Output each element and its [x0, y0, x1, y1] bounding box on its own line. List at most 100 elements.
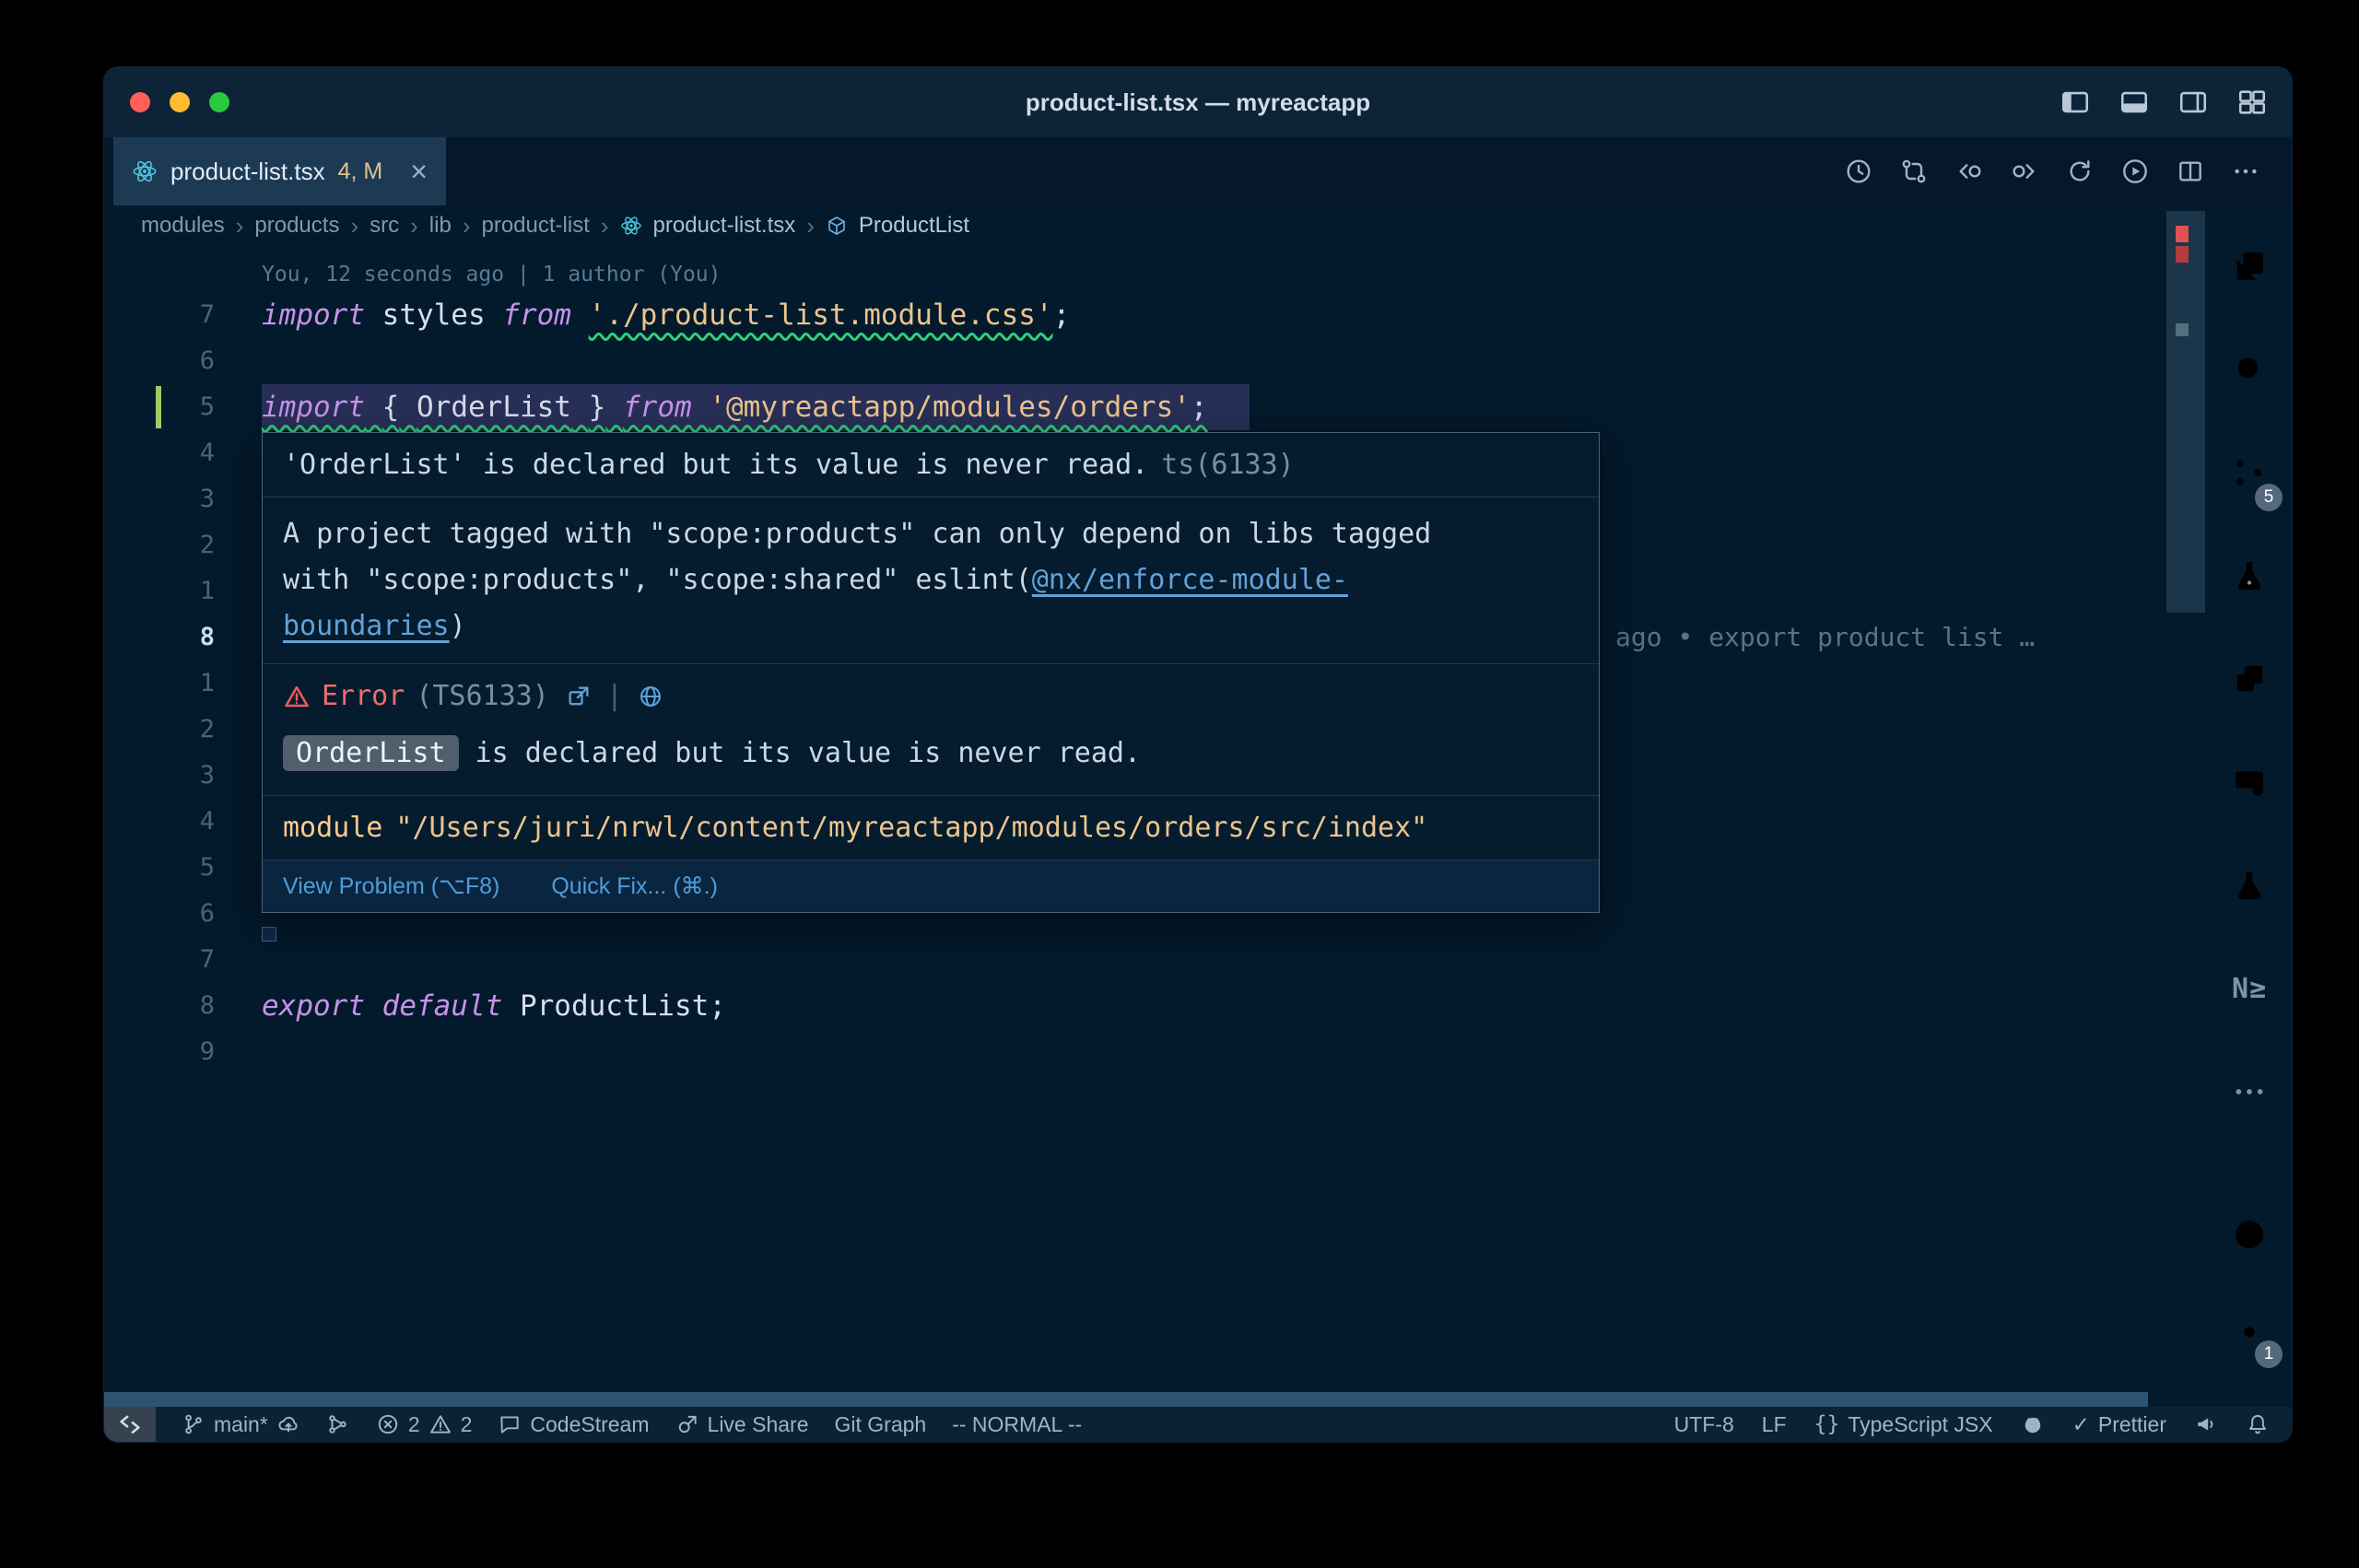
breadcrumb-item-file[interactable]: product-list.tsx [653, 213, 796, 239]
symbol-chip: OrderList [283, 735, 459, 771]
quick-fix-button[interactable]: Quick Fix... (⌘.) [551, 872, 718, 900]
module-path: "/Users/juri/nrwl/content/myreactapp/mod… [395, 812, 1427, 844]
close-window-button[interactable] [130, 92, 150, 112]
horizontal-scrollbar [104, 1392, 2292, 1407]
prettier-label: Prettier [2098, 1412, 2166, 1437]
minimize-window-button[interactable] [170, 92, 190, 112]
editor-group: modules › products › src › lib › product… [104, 205, 2205, 1392]
line-number: 7 [104, 292, 215, 338]
braces-icon: {} [1814, 1412, 1840, 1436]
tab-product-list[interactable]: product-list.tsx 4, M × [113, 137, 446, 205]
vscode-window: product-list.tsx — myreactapp product-li… [103, 66, 2293, 1443]
codestream-label: CodeStream [530, 1412, 649, 1437]
sync-changes-icon[interactable] [2065, 157, 2095, 186]
remote-indicator[interactable] [104, 1407, 156, 1442]
rule-link[interactable]: @nx/enforce-module- [1032, 564, 1348, 596]
hover-error-detail: OrderList is declared but its value is n… [263, 728, 1599, 795]
separator: | [603, 680, 627, 712]
search-icon[interactable] [2205, 318, 2293, 421]
breadcrumb-item-modules[interactable]: modules [141, 213, 225, 239]
branch-name: main* [214, 1412, 268, 1437]
git-graph-label: Git Graph [835, 1412, 927, 1437]
eol-item[interactable]: LF [1762, 1412, 1787, 1437]
error-label: Error [322, 680, 405, 712]
line-number: 2 [104, 707, 215, 753]
rule-link[interactable]: boundaries [283, 610, 450, 642]
warning-triangle-icon [283, 683, 311, 710]
nx-generators-icon[interactable] [2205, 524, 2293, 627]
run-file-icon[interactable] [2120, 157, 2150, 186]
prettier-item[interactable]: ✓ Prettier [2072, 1412, 2166, 1437]
check-icon: ✓ [2072, 1412, 2090, 1437]
breadcrumb: modules › products › src › lib › product… [104, 205, 2205, 246]
breadcrumb-separator: › [236, 212, 244, 240]
breadcrumb-item-products[interactable]: products [254, 213, 339, 239]
timeline-history-icon[interactable] [1844, 157, 1873, 186]
horizontal-scrollbar-thumb[interactable] [104, 1392, 2148, 1407]
eol-label: LF [1762, 1412, 1787, 1437]
live-share-item[interactable]: Live Share [675, 1412, 809, 1437]
previous-change-icon[interactable] [1954, 157, 1984, 186]
customize-layout-icon[interactable] [2236, 87, 2268, 118]
hover-actions: View Problem (⌥F8) Quick Fix... (⌘.) [263, 860, 1599, 912]
breadcrumb-item-src[interactable]: src [370, 213, 399, 239]
remote-explorer-icon[interactable] [2205, 731, 2293, 834]
github-item[interactable] [2021, 1412, 2045, 1436]
git-graph-status-icon-item[interactable] [326, 1412, 350, 1436]
feedback-icon [2194, 1412, 2218, 1436]
bell-icon [2246, 1412, 2270, 1436]
zoom-window-button[interactable] [209, 92, 229, 112]
accounts-icon[interactable] [2205, 1186, 2293, 1283]
toggle-panel-icon[interactable] [2118, 87, 2150, 118]
keyword: default [382, 989, 503, 1023]
code-line-import-styles[interactable]: import styles from './product-list.modul… [262, 292, 1070, 338]
git-graph-item[interactable]: Git Graph [835, 1412, 927, 1437]
breadcrumb-item-lib[interactable]: lib [429, 213, 452, 239]
git-branch-item[interactable]: main* [182, 1412, 300, 1437]
more-actions-icon[interactable] [2231, 157, 2260, 186]
vim-mode-indicator[interactable]: -- NORMAL -- [952, 1412, 1082, 1437]
keyword: from [623, 391, 692, 424]
encoding-label: UTF-8 [1674, 1412, 1734, 1437]
toggle-secondary-sidebar-icon[interactable] [2177, 87, 2209, 118]
testing-icon[interactable] [2205, 834, 2293, 937]
breadcrumb-item-product-list[interactable]: product-list [481, 213, 589, 239]
source-control-icon[interactable]: 5 [2205, 421, 2293, 524]
nx-console-icon[interactable]: N≥ [2205, 937, 2293, 1040]
tab-label: product-list.tsx [170, 158, 325, 186]
extensions-icon[interactable] [2205, 627, 2293, 731]
compare-changes-icon[interactable] [1899, 157, 1929, 186]
explorer-icon[interactable] [2205, 215, 2293, 318]
keyword: import [262, 298, 365, 332]
breadcrumb-separator: › [410, 212, 418, 240]
title-bar: product-list.tsx — myreactapp [104, 67, 2292, 137]
github-icon [2021, 1412, 2045, 1436]
next-change-icon[interactable] [2010, 157, 2039, 186]
codestream-item[interactable]: CodeStream [498, 1412, 649, 1437]
breadcrumb-item-symbol[interactable]: ProductList [859, 213, 969, 239]
feedback-item[interactable] [2194, 1412, 2218, 1436]
vertical-scrollbar-thumb[interactable] [2166, 211, 2205, 613]
view-problem-button[interactable]: View Problem (⌥F8) [283, 872, 499, 900]
identifier: ProductList [520, 989, 709, 1023]
code-line-import-orderlist[interactable]: import { OrderList } from '@myreactapp/m… [262, 384, 1208, 430]
code-line-export-default[interactable]: export default ProductList; [262, 983, 726, 1029]
notifications-item[interactable] [2246, 1412, 2270, 1436]
additional-views-icon[interactable] [2205, 1040, 2293, 1143]
codelens-blame[interactable]: You, 12 seconds ago | 1 author (You) [262, 257, 722, 292]
hover-error-row: Error(TS6133) | [263, 663, 1599, 728]
tab-close-button[interactable]: × [410, 157, 428, 186]
split-editor-icon[interactable] [2176, 157, 2205, 186]
hover-resize-grip[interactable] [262, 927, 276, 942]
settings-gear-icon[interactable]: 1 [2205, 1283, 2293, 1381]
punctuation: { [382, 391, 400, 424]
open-docs-external-icon[interactable] [566, 684, 592, 709]
problems-item[interactable]: 2 2 [376, 1412, 473, 1437]
editor-actions [1844, 137, 2292, 205]
hover-eslint-rule: A project tagged with "scope:products" c… [263, 497, 1599, 663]
language-mode-item[interactable]: {} TypeScript JSX [1814, 1412, 1993, 1437]
globe-icon[interactable] [638, 684, 663, 709]
live-share-label: Live Share [708, 1412, 809, 1437]
encoding-item[interactable]: UTF-8 [1674, 1412, 1734, 1437]
toggle-primary-sidebar-icon[interactable] [2060, 87, 2091, 118]
